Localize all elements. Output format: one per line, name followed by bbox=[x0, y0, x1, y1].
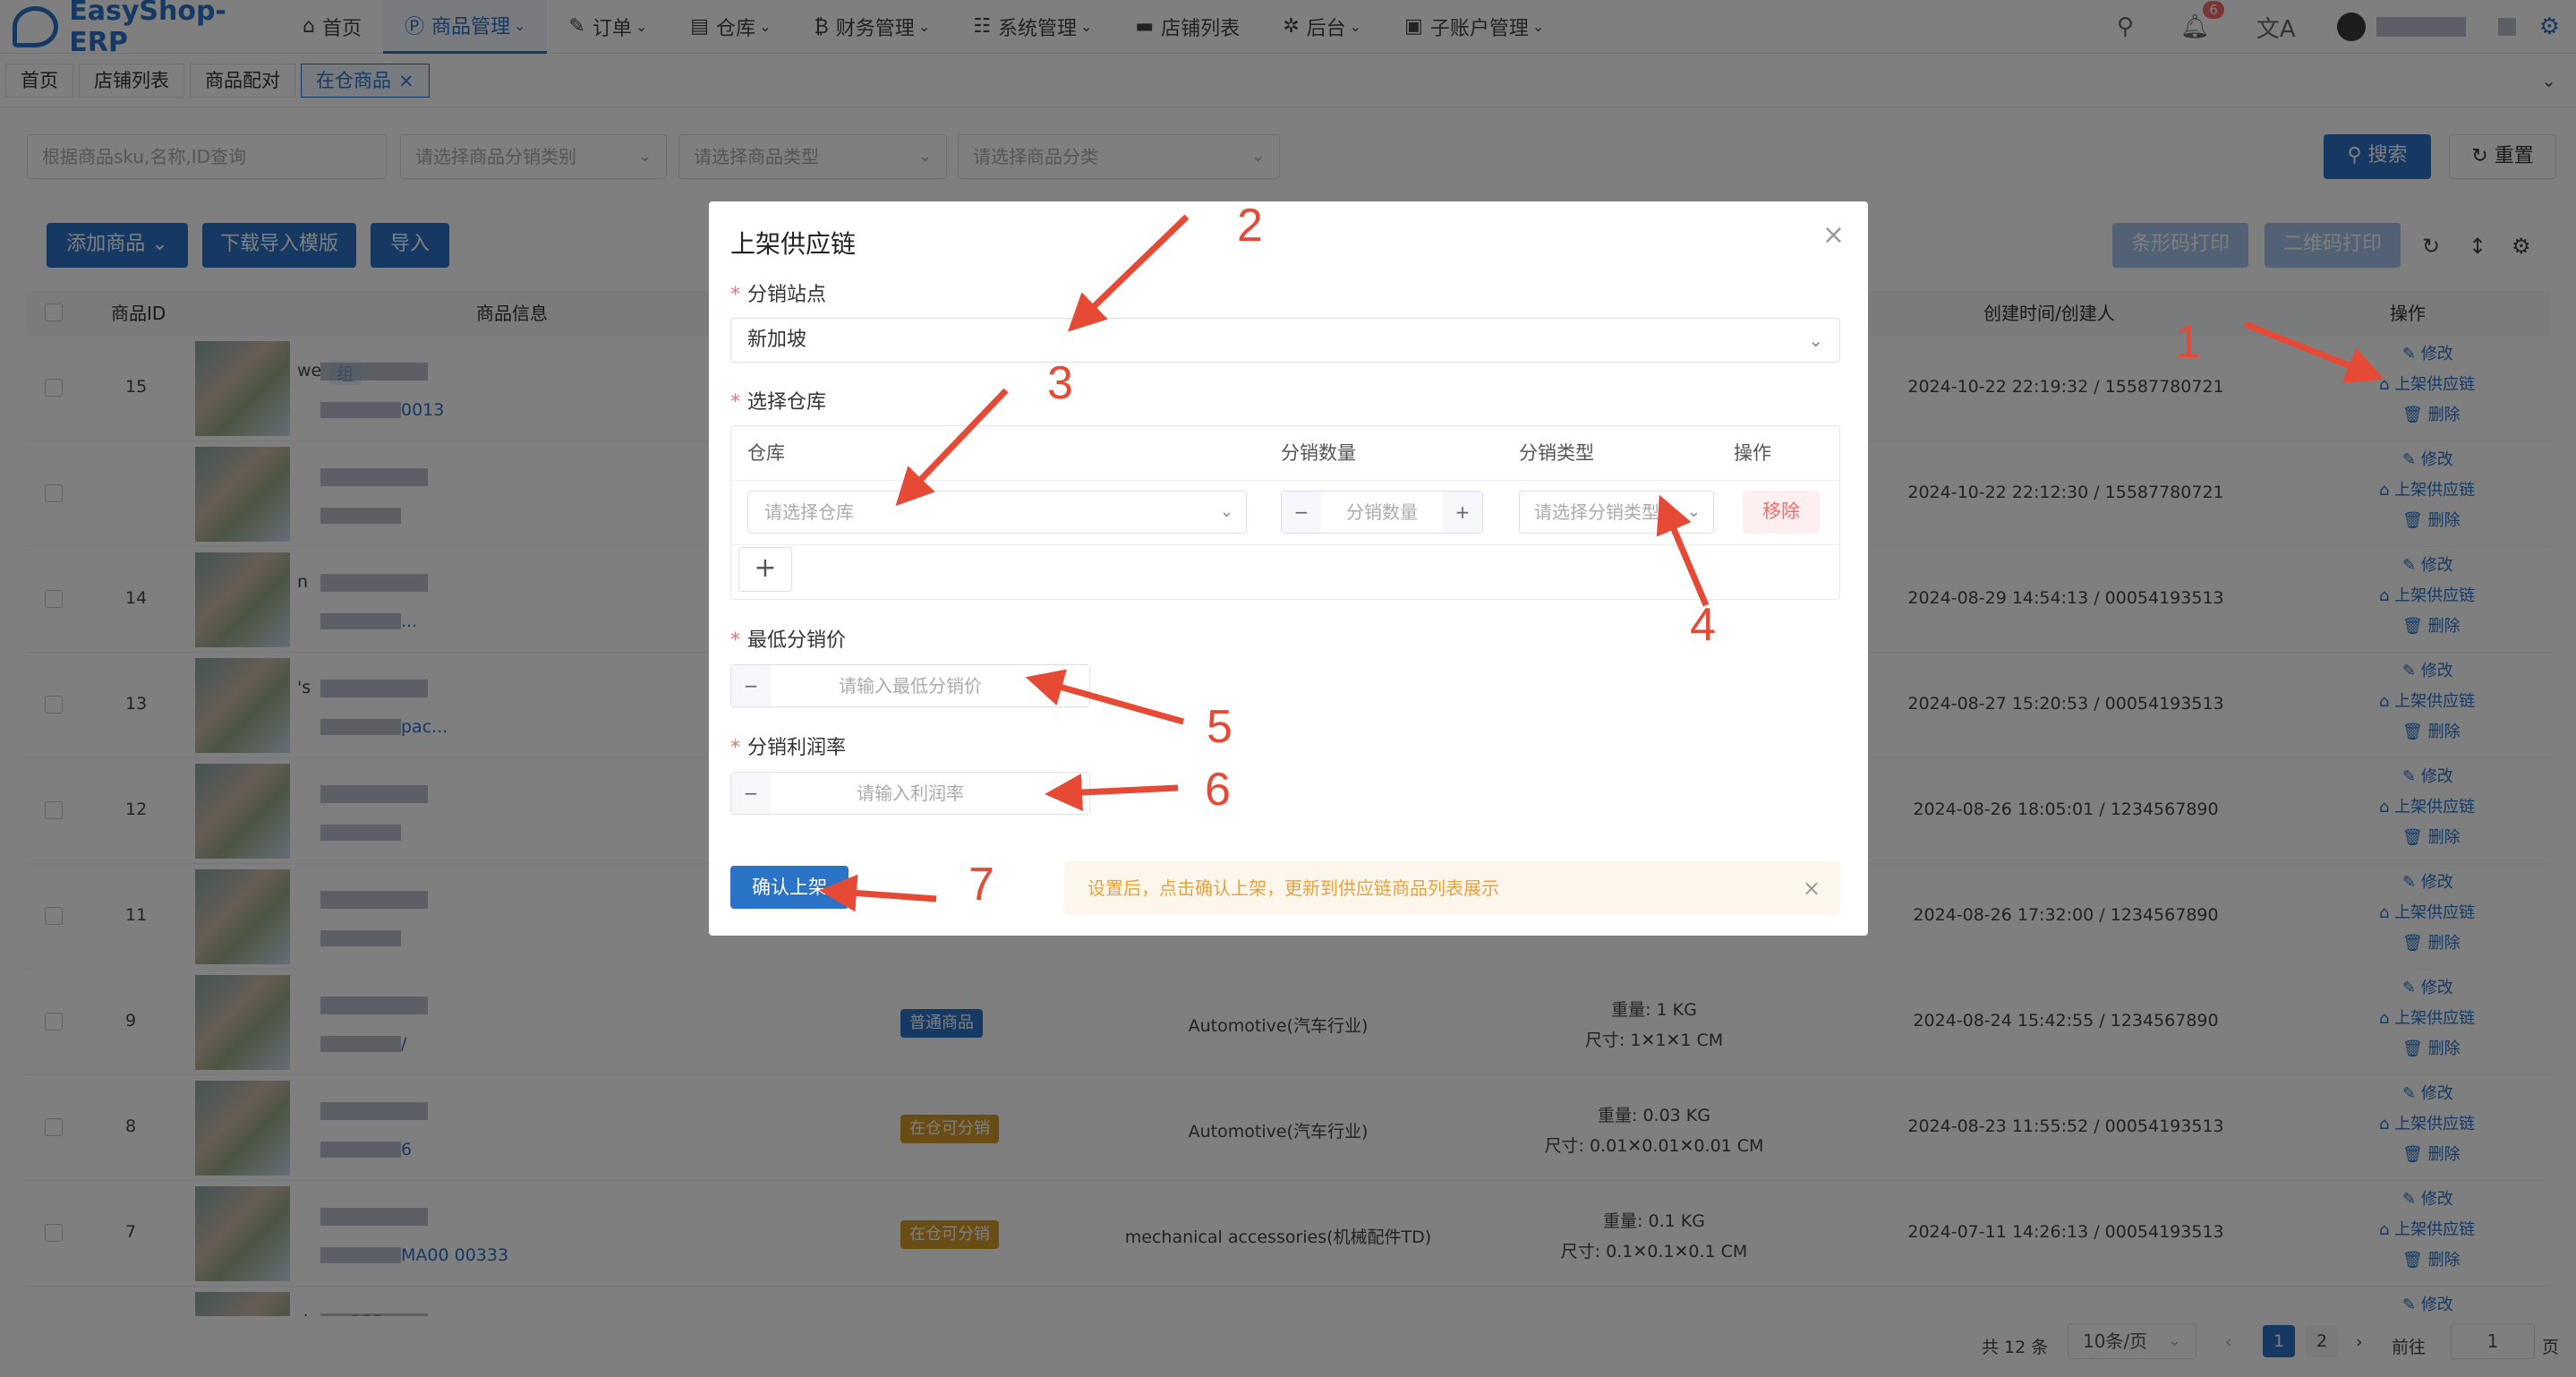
annotation-4: 4 bbox=[1690, 599, 1716, 651]
annotation-6: 6 bbox=[1205, 764, 1231, 816]
annotation-3: 3 bbox=[1047, 357, 1073, 409]
annotation-5: 5 bbox=[1207, 701, 1233, 753]
arrow-7 bbox=[819, 874, 937, 912]
arrow-2 bbox=[1067, 214, 1190, 332]
annotation-7: 7 bbox=[968, 859, 994, 911]
annotation-1: 1 bbox=[2175, 316, 2201, 368]
arrow-1 bbox=[2243, 321, 2384, 383]
arrow-6 bbox=[1045, 774, 1179, 811]
annotation-arrows bbox=[819, 214, 2384, 912]
arrow-3 bbox=[895, 388, 1009, 507]
arrow-5 bbox=[1025, 669, 1184, 725]
arrow-4 bbox=[1656, 494, 1710, 607]
annotation-2: 2 bbox=[1237, 200, 1263, 252]
